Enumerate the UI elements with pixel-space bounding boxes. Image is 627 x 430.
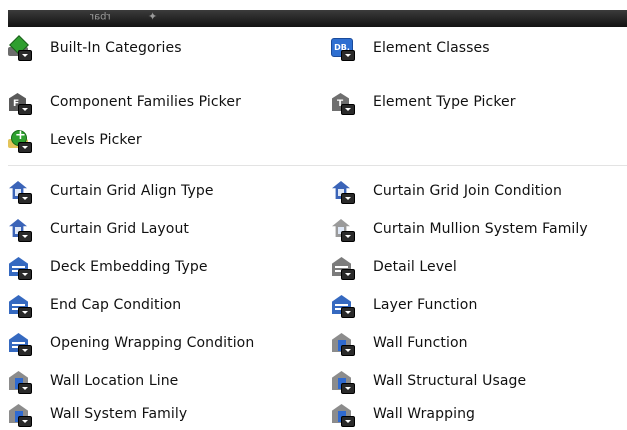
item-label: Deck Embedding Type bbox=[50, 259, 208, 275]
item-label: Element Classes bbox=[373, 40, 490, 56]
item-curtain-grid-align-type[interactable]: Curtain Grid Align Type bbox=[8, 175, 214, 207]
deck-icon bbox=[8, 256, 32, 280]
built-in-categories-icon bbox=[8, 35, 32, 61]
item-label: Levels Picker bbox=[50, 132, 142, 148]
item-curtain-grid-join-condition[interactable]: Curtain Grid Join Condition bbox=[331, 175, 562, 207]
item-label: Layer Function bbox=[373, 297, 478, 313]
item-element-type-picker[interactable]: Element Type Picker bbox=[331, 86, 516, 118]
item-label: End Cap Condition bbox=[50, 297, 182, 313]
element-classes-icon: DB. bbox=[331, 37, 355, 61]
deck-icon bbox=[8, 294, 32, 318]
deck-icon bbox=[8, 332, 32, 356]
curtain-grid-icon bbox=[8, 218, 32, 242]
item-wall-function[interactable]: Wall Function bbox=[331, 327, 468, 359]
title-text: ɹɐqɹ bbox=[90, 11, 111, 22]
item-label: Detail Level bbox=[373, 259, 457, 275]
item-wall-system-family[interactable]: Wall System Family bbox=[8, 398, 187, 430]
wall-icon bbox=[331, 403, 355, 427]
item-label: Wall Function bbox=[373, 335, 468, 351]
item-end-cap-condition[interactable]: End Cap Condition bbox=[8, 289, 181, 321]
item-label: Opening Wrapping Condition bbox=[50, 335, 255, 351]
item-label: Component Families Picker bbox=[50, 94, 241, 110]
element-type-icon bbox=[331, 91, 355, 115]
item-wall-structural-usage[interactable]: Wall Structural Usage bbox=[331, 365, 526, 397]
item-detail-level[interactable]: Detail Level bbox=[331, 251, 457, 283]
curtain-grid-icon bbox=[8, 180, 32, 204]
item-component-families-picker[interactable]: Component Families Picker bbox=[8, 86, 241, 118]
item-opening-wrapping-condition[interactable]: Opening Wrapping Condition bbox=[8, 327, 254, 359]
item-label: Curtain Grid Join Condition bbox=[373, 183, 562, 199]
item-label: Wall System Family bbox=[50, 406, 188, 422]
detail-level-icon bbox=[331, 256, 355, 280]
wall-icon bbox=[331, 332, 355, 356]
item-label: Curtain Grid Layout bbox=[50, 221, 190, 237]
item-label: Wall Wrapping bbox=[373, 406, 476, 422]
item-deck-embedding-type[interactable]: Deck Embedding Type bbox=[8, 251, 208, 283]
item-label: Curtain Mullion System Family bbox=[373, 221, 588, 237]
deck-icon bbox=[331, 294, 355, 318]
item-label: Built-In Categories bbox=[50, 40, 182, 56]
levels-picker-icon bbox=[8, 128, 32, 153]
title-bar: ɹɐqɹ ✦ bbox=[8, 10, 627, 27]
title-sparkle: ✦ bbox=[148, 10, 158, 23]
item-curtain-mullion-system-family[interactable]: Curtain Mullion System Family bbox=[331, 213, 588, 245]
wall-icon bbox=[331, 370, 355, 394]
item-label: Curtain Grid Align Type bbox=[50, 183, 214, 199]
item-curtain-grid-layout[interactable]: Curtain Grid Layout bbox=[8, 213, 189, 245]
curtain-grid-icon bbox=[331, 180, 355, 204]
item-label: Wall Location Line bbox=[50, 373, 179, 389]
item-built-in-categories[interactable]: Built-In Categories bbox=[8, 32, 182, 64]
item-element-classes[interactable]: DB. Element Classes bbox=[331, 32, 490, 64]
item-levels-picker[interactable]: Levels Picker bbox=[8, 124, 142, 156]
wall-icon bbox=[8, 370, 32, 394]
item-wall-location-line[interactable]: Wall Location Line bbox=[8, 365, 178, 397]
item-wall-wrapping[interactable]: Wall Wrapping bbox=[331, 398, 475, 430]
wall-icon bbox=[8, 403, 32, 427]
top-bar: ɹɐqɹ ✦ bbox=[0, 0, 627, 27]
item-label: Element Type Picker bbox=[373, 94, 516, 110]
curtain-mullion-icon bbox=[331, 218, 355, 242]
section-divider bbox=[8, 165, 627, 166]
component-families-icon bbox=[8, 91, 32, 115]
item-label: Wall Structural Usage bbox=[373, 373, 527, 389]
item-layer-function[interactable]: Layer Function bbox=[331, 289, 477, 321]
